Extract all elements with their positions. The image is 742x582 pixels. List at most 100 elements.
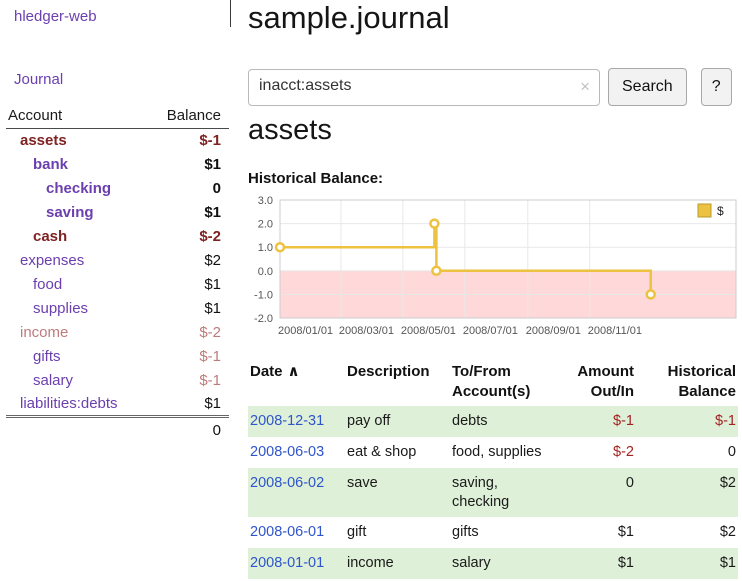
register-body: 2008-12-31pay offdebts$-1$-12008-06-03ea… xyxy=(248,406,738,579)
register-header-amount-line2: Out/In xyxy=(591,383,634,400)
chart-title: Historical Balance: xyxy=(248,170,383,187)
register-header-accounts-line1: To/From xyxy=(452,363,511,380)
transaction-date-link[interactable]: 2008-01-01 xyxy=(250,555,324,571)
register-header-accounts: To/From Account(s) xyxy=(450,356,554,406)
x-tick-label: 2008/07/01 xyxy=(463,325,518,337)
transaction-date-link[interactable]: 2008-06-01 xyxy=(250,524,324,540)
transaction-description: save xyxy=(345,468,450,518)
account-row: supplies $1 xyxy=(6,297,229,321)
accounts-total-row: 0 xyxy=(6,417,229,443)
account-balance: $-2 xyxy=(148,225,229,249)
account-link-bank[interactable]: bank xyxy=(33,156,68,173)
x-tick-label: 2008/05/01 xyxy=(401,325,456,337)
account-link-expenses[interactable]: expenses xyxy=(20,252,84,269)
account-balance: $1 xyxy=(148,273,229,297)
transaction-description: pay off xyxy=(345,406,450,437)
account-link-liabilities-debts[interactable]: liabilities:debts xyxy=(20,395,118,412)
transaction-accounts: salary xyxy=(450,548,554,579)
transaction-date-link[interactable]: 2008-06-02 xyxy=(250,475,324,491)
transaction-balance: $1 xyxy=(646,548,738,579)
search-box: × xyxy=(248,69,600,106)
transaction-accounts: food, supplies xyxy=(450,437,554,468)
sidebar-item-journal[interactable]: Journal xyxy=(14,71,63,88)
account-row: checking 0 xyxy=(6,177,229,201)
account-row: saving$1 xyxy=(6,201,229,225)
transaction-accounts: saving, checking xyxy=(450,468,554,518)
transaction-amount: 0 xyxy=(554,468,646,518)
data-point-marker xyxy=(430,220,438,228)
transaction-description: income xyxy=(345,548,450,579)
transaction-balance: $-1 xyxy=(646,406,738,437)
account-row: bank$1 xyxy=(6,153,229,177)
transaction-description: eat & shop xyxy=(345,437,450,468)
search-bar: × Search ? xyxy=(248,68,732,106)
clear-search-icon[interactable]: × xyxy=(580,78,590,95)
account-link-cash[interactable]: cash xyxy=(33,228,67,245)
search-input[interactable] xyxy=(249,70,567,103)
transaction-balance: 0 xyxy=(646,437,738,468)
register-header-balance: Historical Balance xyxy=(646,356,738,406)
account-row: cash $-2 xyxy=(6,225,229,249)
account-row: liabilities:debts$1 xyxy=(6,393,229,417)
account-row: assets $-1 xyxy=(6,129,229,153)
y-tick-label: 3.0 xyxy=(258,195,273,207)
help-button[interactable]: ? xyxy=(701,68,732,106)
register-header-balance-line2: Balance xyxy=(678,383,736,400)
transaction-date-link[interactable]: 2008-12-31 xyxy=(250,413,324,429)
accounts-total-spacer xyxy=(6,417,148,443)
register-header-amount-line1: Amount xyxy=(577,363,634,380)
register-row: 2008-06-02 savesaving, checking0$2 xyxy=(248,468,738,518)
accounts-table: Account Balance assets$-1bank$1checking0… xyxy=(6,107,229,443)
register-row: 2008-01-01incomesalary$1$1 xyxy=(248,548,738,579)
transaction-description: gift xyxy=(345,517,450,548)
register-row: 2008-06-01giftgifts$1$2 xyxy=(248,517,738,548)
historical-balance-svg: 3.02.01.00.0-1.0-2.02008/01/012008/03/01… xyxy=(246,194,740,342)
account-link-supplies[interactable]: supplies xyxy=(33,300,88,317)
transaction-accounts: gifts xyxy=(450,517,554,548)
register-header-date-label: Date xyxy=(250,363,283,380)
account-link-food[interactable]: food xyxy=(33,276,62,293)
account-link-salary[interactable]: salary xyxy=(33,372,73,389)
main-content: sample.journal × Search ? assets Histori… xyxy=(248,0,742,582)
transaction-balance: $2 xyxy=(646,468,738,518)
accounts-header-balance: Balance xyxy=(148,107,229,129)
x-tick-label: 2008/11/01 xyxy=(588,325,642,337)
account-balance: $-1 xyxy=(148,345,229,369)
account-link-assets[interactable]: assets xyxy=(20,132,67,149)
account-balance: $-1 xyxy=(148,369,229,393)
account-link-checking[interactable]: checking xyxy=(46,180,111,197)
account-heading: assets xyxy=(248,114,332,147)
account-link-gifts[interactable]: gifts xyxy=(33,348,61,365)
register-header-row: Date∧ Description To/From Account(s) Amo… xyxy=(248,356,738,406)
accounts-table-body: assets$-1bank$1checking0saving$1cash$-2e… xyxy=(6,129,229,417)
register-header-date[interactable]: Date∧ xyxy=(248,356,345,406)
search-button[interactable]: Search xyxy=(608,68,687,106)
register-header-balance-line1: Historical xyxy=(668,363,736,380)
x-tick-label: 2008/03/01 xyxy=(339,325,394,337)
y-tick-label: -1.0 xyxy=(254,289,273,301)
account-balance: 0 xyxy=(148,177,229,201)
data-point-marker xyxy=(276,243,284,251)
register-header-description: Description xyxy=(345,356,450,406)
account-link-income[interactable]: income xyxy=(20,324,68,341)
account-balance: $-1 xyxy=(148,129,229,153)
transaction-date-link[interactable]: 2008-06-03 xyxy=(250,444,324,460)
transaction-accounts: debts xyxy=(450,406,554,437)
register-header-amount: Amount Out/In xyxy=(554,356,646,406)
y-tick-label: 0.0 xyxy=(258,266,273,278)
accounts-header-row: Account Balance xyxy=(6,107,229,129)
account-row: expenses$2 xyxy=(6,249,229,273)
account-row: salary $-1 xyxy=(6,369,229,393)
legend-label: $ xyxy=(717,204,724,218)
x-tick-label: 2008/01/01 xyxy=(278,325,333,337)
legend-swatch-icon xyxy=(698,204,711,217)
account-row: food $1 xyxy=(6,273,229,297)
account-link-saving[interactable]: saving xyxy=(46,204,94,221)
y-tick-label: 2.0 xyxy=(258,219,273,231)
account-balance: $-2 xyxy=(148,321,229,345)
app-title-link[interactable]: hledger-web xyxy=(14,8,97,25)
transaction-amount: $1 xyxy=(554,517,646,548)
hledger-web-app: hledger-web Journal Account Balance asse… xyxy=(0,0,742,582)
account-balance: $1 xyxy=(148,297,229,321)
x-tick-label: 2008/09/01 xyxy=(526,325,581,337)
